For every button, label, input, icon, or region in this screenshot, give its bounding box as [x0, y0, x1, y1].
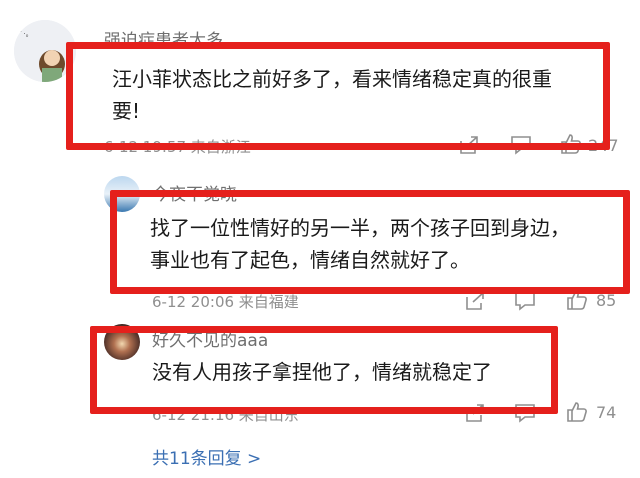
comment-meta: 6-12 20:06 来自福建	[152, 293, 299, 311]
like-count: 74	[596, 403, 617, 422]
highlight-box	[110, 190, 630, 294]
svg-text:ﾟ·｡: ﾟ·｡	[20, 30, 29, 38]
highlight-box	[90, 326, 558, 414]
like-icon[interactable]	[566, 401, 588, 423]
highlight-box	[66, 42, 610, 150]
view-replies-link[interactable]: 共11条回复 >	[152, 444, 261, 469]
